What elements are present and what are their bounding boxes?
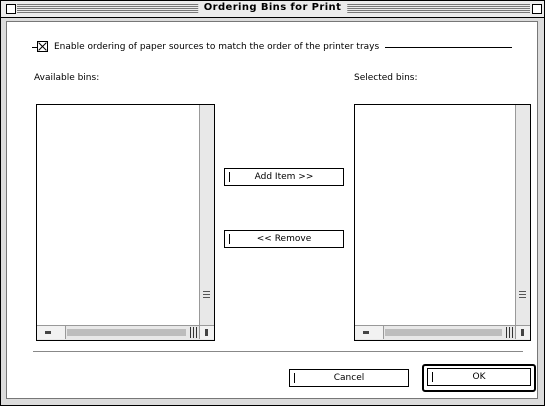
add-item-button[interactable]: Add Item >> bbox=[224, 168, 344, 186]
scroll-track bbox=[385, 329, 502, 336]
available-bins-list[interactable] bbox=[36, 104, 215, 341]
scroll-thumb[interactable] bbox=[506, 327, 514, 338]
scroll-left-arrow-icon[interactable] bbox=[37, 326, 66, 339]
enable-ordering-row[interactable]: Enable ordering of paper sources to matc… bbox=[37, 41, 386, 52]
zoom-box-icon[interactable] bbox=[532, 4, 542, 14]
window-title: Ordering Bins for Print bbox=[197, 2, 348, 13]
selected-bins-label: Selected bins: bbox=[354, 73, 418, 83]
enable-ordering-label: Enable ordering of paper sources to matc… bbox=[54, 41, 380, 52]
available-bins-horizontal-scrollbar[interactable] bbox=[37, 325, 214, 340]
available-bins-label: Available bins: bbox=[34, 73, 100, 83]
selected-bins-scroll-thumb[interactable] bbox=[519, 291, 526, 299]
ok-button-default-ring: OK bbox=[422, 364, 536, 392]
available-bins-vertical-scrollbar[interactable] bbox=[199, 105, 214, 325]
scroll-left-arrow-icon[interactable] bbox=[355, 326, 384, 339]
cancel-button[interactable]: Cancel bbox=[289, 369, 409, 387]
dialog-window: Ordering Bins for Print Enable ordering … bbox=[0, 0, 545, 406]
title-bar[interactable]: Ordering Bins for Print bbox=[1, 1, 544, 18]
scroll-thumb[interactable] bbox=[190, 327, 198, 338]
remove-item-button[interactable]: << Remove bbox=[224, 230, 344, 248]
close-box-icon[interactable] bbox=[6, 4, 16, 14]
scroll-track bbox=[67, 329, 186, 336]
bottom-separator bbox=[33, 351, 523, 352]
selected-bins-list[interactable] bbox=[354, 104, 531, 341]
ok-button[interactable]: OK bbox=[427, 368, 531, 386]
enable-ordering-checkbox[interactable] bbox=[37, 41, 48, 52]
scroll-right-arrow-icon[interactable] bbox=[515, 326, 530, 339]
selected-bins-horizontal-scrollbar[interactable] bbox=[355, 325, 530, 340]
available-bins-scroll-thumb[interactable] bbox=[203, 291, 210, 299]
dialog-content: Enable ordering of paper sources to matc… bbox=[6, 21, 538, 399]
selected-bins-vertical-scrollbar[interactable] bbox=[515, 105, 530, 325]
scroll-right-arrow-icon[interactable] bbox=[199, 326, 214, 339]
